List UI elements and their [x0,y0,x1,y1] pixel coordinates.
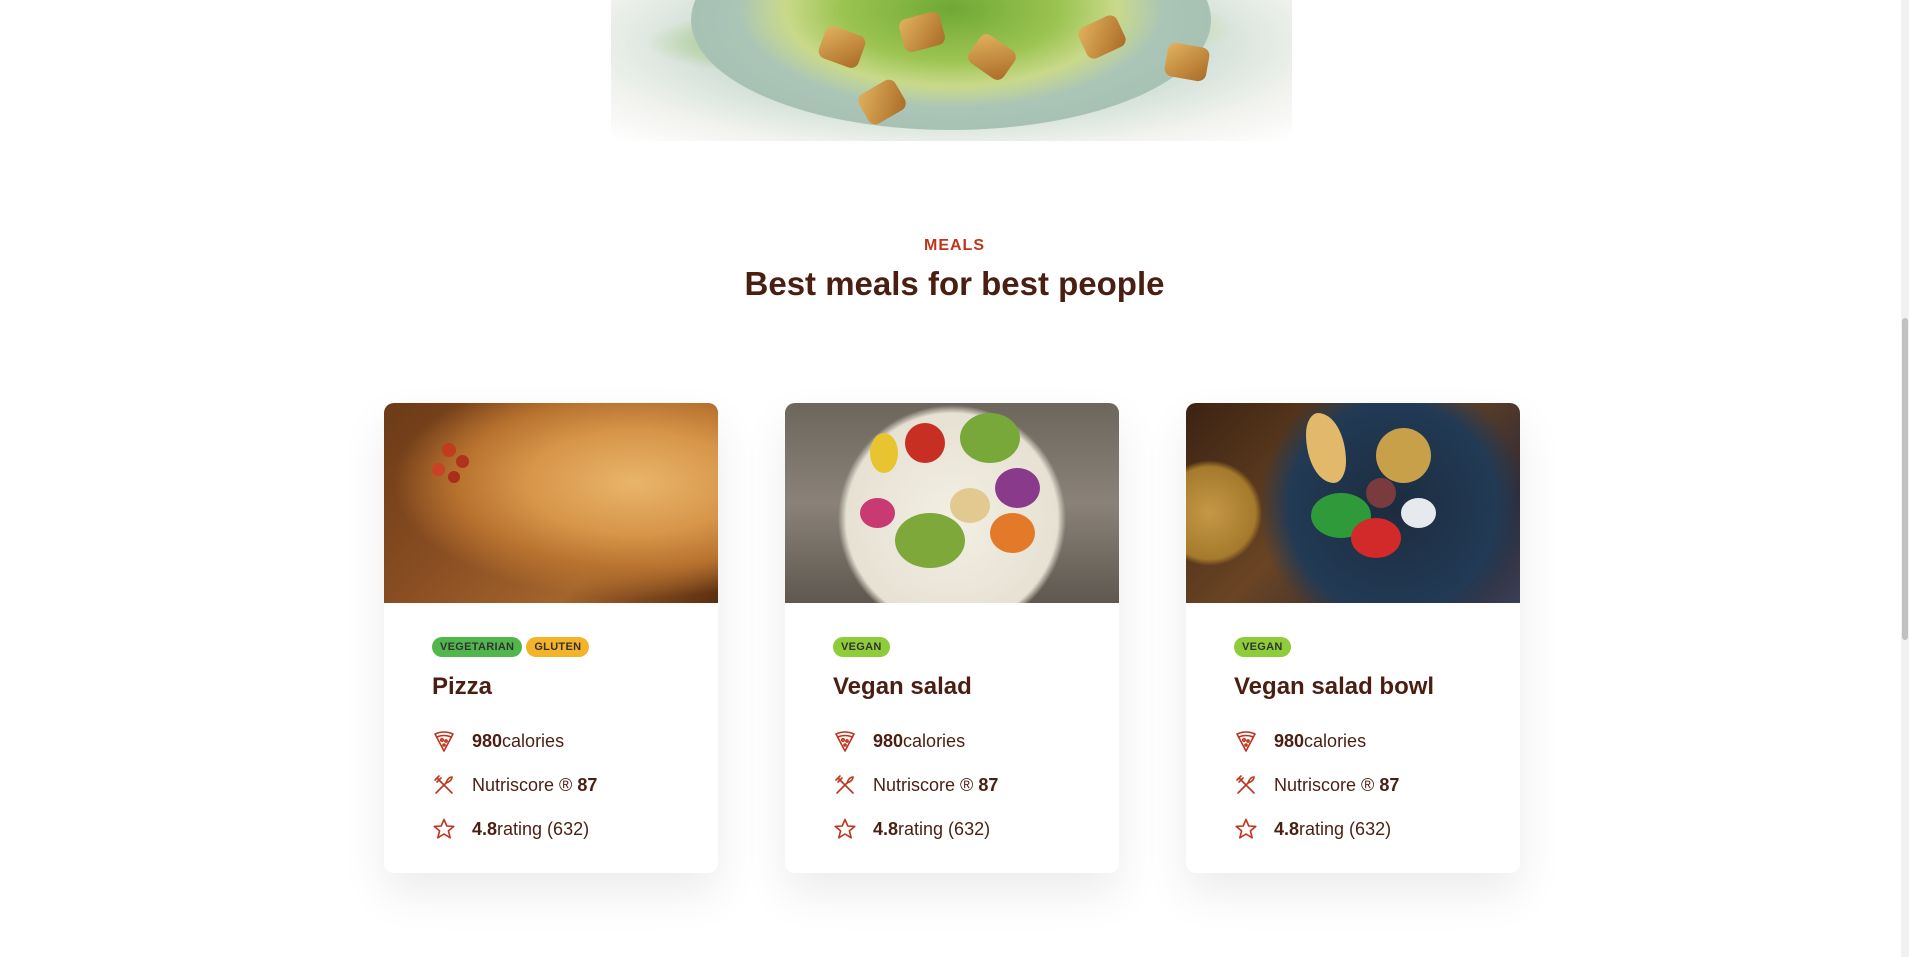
sweet-potato [990,513,1035,553]
pizza-slice-icon [432,729,456,753]
rating-value: 4.8 [472,818,498,839]
scrollbar[interactable] [1901,0,1909,957]
meal-image-vegan-salad [785,403,1119,603]
avocado [895,513,965,568]
nutriscore-attribute: Nutriscore ® 87 [432,773,670,797]
tomatoes [905,423,945,463]
calories-unit: calories [502,730,565,751]
tomato [442,443,456,457]
meal-card-pizza[interactable]: VEGETARIAN GLUTEN Pizza 980calories Nutr… [384,403,718,873]
radish [860,498,895,528]
fork-knife-icon [833,773,857,797]
meal-name: Vegan salad [833,673,972,700]
rating-label: rating (632) [1299,818,1392,839]
nutriscore-value: 87 [1379,774,1400,795]
flatbread [1306,413,1346,483]
rating-attribute: 4.8rating (632) [432,817,670,841]
figs [1366,478,1396,508]
pizza-slice-icon [1234,729,1258,753]
nutriscore-label: Nutriscore ® [1274,774,1375,795]
hero-salad-image [611,0,1292,141]
star-icon [432,817,456,841]
chickpeas [1376,428,1431,483]
rating-value: 4.8 [873,818,899,839]
calories-value: 980 [873,730,904,751]
yogurt [1401,498,1436,528]
pizza-slice-icon [833,729,857,753]
star-icon [833,817,857,841]
meal-attributes: 980calories Nutriscore ® 87 4.8rating (6… [432,729,670,841]
nutriscore-attribute: Nutriscore ® 87 [1234,773,1472,797]
calories-value: 980 [1274,730,1305,751]
rating-value: 4.8 [1274,818,1300,839]
nutriscore-value: 87 [577,774,598,795]
rating-label: rating (632) [898,818,991,839]
tag-vegan: VEGAN [833,637,890,657]
peppers [1351,518,1401,558]
nutriscore-attribute: Nutriscore ® 87 [833,773,1071,797]
chickpeas [950,488,990,523]
pepper [870,433,898,473]
star-icon [1234,817,1258,841]
tag-vegan: VEGAN [1234,637,1291,657]
tag-list: VEGAN [1234,637,1472,657]
tomato [448,471,460,483]
tag-list: VEGAN [833,637,1071,657]
meal-card-vegan-salad-bowl[interactable]: VEGAN Vegan salad bowl 980calories Nutri… [1186,403,1520,873]
nutriscore-label: Nutriscore ® [873,774,974,795]
section-title: Best meals for best people [744,265,1165,302]
fork-knife-icon [1234,773,1258,797]
meal-attributes: 980calories Nutriscore ® 87 4.8rating (6… [833,729,1071,841]
meal-attributes: 980calories Nutriscore ® 87 4.8rating (6… [1234,729,1472,841]
tomato [456,455,469,468]
meal-image-pizza [384,403,718,603]
rating-attribute: 4.8rating (632) [1234,817,1472,841]
section-label: MEALS [924,237,985,254]
meal-name: Vegan salad bowl [1234,673,1435,700]
meal-name: Pizza [432,673,493,700]
scrollbar-thumb[interactable] [1902,318,1908,640]
lettuce [960,413,1020,463]
calories-attribute: 980calories [432,729,670,753]
tag-vegetarian: VEGETARIAN [432,637,523,657]
calories-unit: calories [1304,730,1367,751]
fork-knife-icon [432,773,456,797]
meal-image-vegan-salad-bowl [1186,403,1520,603]
calories-attribute: 980calories [833,729,1071,753]
salad-plate [691,0,1211,130]
red-cabbage [995,468,1040,508]
nutriscore-value: 87 [978,774,999,795]
tag-list: VEGETARIAN GLUTEN [432,637,670,657]
rating-label: rating (632) [497,818,590,839]
tag-gluten: GLUTEN [526,637,590,657]
calories-value: 980 [472,730,503,751]
rating-attribute: 4.8rating (632) [833,817,1071,841]
crouton [1163,41,1211,83]
calories-attribute: 980calories [1234,729,1472,753]
calories-unit: calories [903,730,966,751]
tomato [432,463,445,476]
meal-card-vegan-salad[interactable]: VEGAN Vegan salad 980calories Nutriscore… [785,403,1119,873]
nutriscore-label: Nutriscore ® [472,774,573,795]
